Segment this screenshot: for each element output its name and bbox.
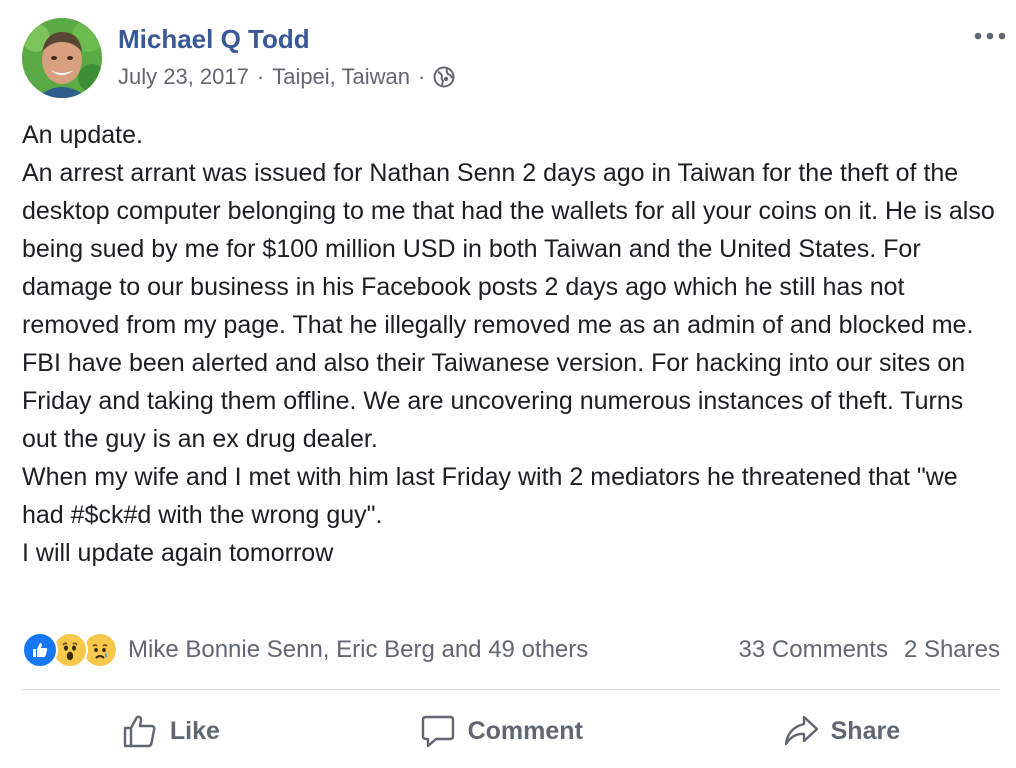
post-location[interactable]: Taipei, Taiwan: [272, 64, 410, 90]
share-button[interactable]: Share: [763, 707, 920, 755]
separator-dot: ·: [418, 64, 426, 89]
engagement-counts: 33 Comments 2 Shares: [739, 630, 1000, 670]
author-name[interactable]: Michael Q Todd: [118, 24, 310, 55]
post-text: An update. An arrest arrant was issued f…: [22, 116, 1002, 572]
post-paragraph: When my wife and I met with him last Fri…: [22, 463, 958, 529]
reaction-names[interactable]: Mike Bonnie Senn, Eric Berg and 49 other…: [128, 636, 588, 664]
share-label: Share: [830, 716, 901, 745]
author-avatar[interactable]: [22, 18, 102, 98]
like-button[interactable]: Like: [102, 707, 240, 755]
like-label: Like: [169, 716, 220, 745]
reactions-summary[interactable]: Mike Bonnie Senn, Eric Berg and 49 other…: [22, 630, 588, 670]
avatar-photo: [22, 18, 102, 98]
comment-button[interactable]: Comment: [400, 707, 603, 755]
divider: [22, 689, 1000, 690]
post-paragraph: I will update again tomorrow: [22, 539, 334, 567]
comment-label: Comment: [467, 716, 583, 745]
thumbs-up-icon: [122, 713, 158, 749]
post-paragraph: FBI have been alerted and also their Tai…: [22, 349, 966, 453]
post-meta: July 23, 2017 · Taipei, Taiwan ·: [118, 64, 455, 90]
post-paragraph: An arrest arrant was issued for Nathan S…: [22, 159, 995, 339]
share-arrow-icon: [783, 713, 819, 749]
post-date[interactable]: July 23, 2017: [118, 64, 249, 90]
facebook-post: Michael Q Todd July 23, 2017 · Taipei, T…: [0, 0, 1016, 768]
action-bar: Like Comment Share: [22, 696, 1000, 766]
separator-dot: ·: [256, 64, 265, 89]
globe-icon[interactable]: [433, 66, 455, 88]
reaction-icons[interactable]: [22, 632, 118, 668]
shares-count[interactable]: 2 Shares: [904, 636, 1000, 664]
more-options-icon[interactable]: [972, 26, 1008, 46]
post-paragraph: An update.: [22, 121, 143, 149]
comments-count[interactable]: 33 Comments: [739, 636, 888, 664]
like-reaction-icon[interactable]: [22, 632, 58, 668]
comment-bubble-icon: [420, 713, 456, 749]
